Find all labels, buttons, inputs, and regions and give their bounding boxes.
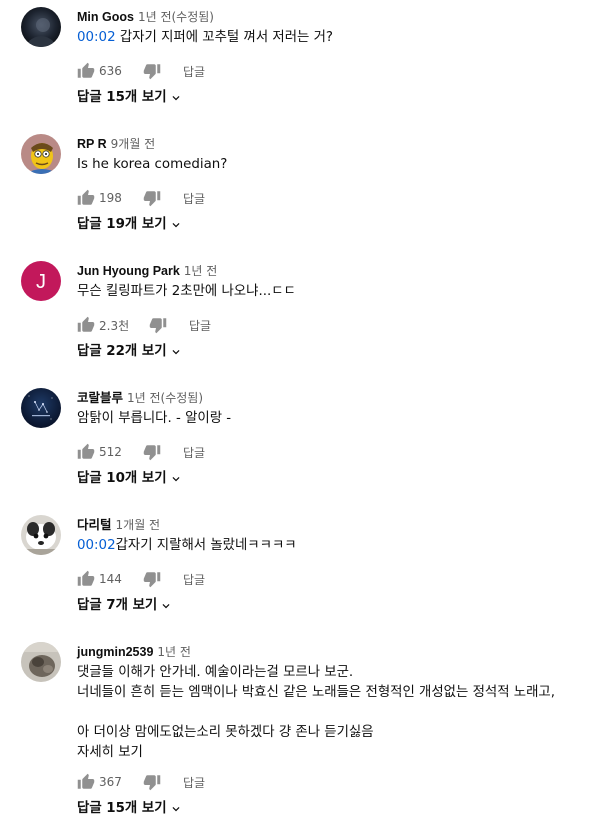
- thumb-up-icon[interactable]: [77, 316, 95, 334]
- comment-text: 00:02갑자기 지랄해서 놀랐네ㅋㅋㅋㅋ: [77, 538, 297, 553]
- avatar[interactable]: [21, 642, 61, 682]
- comment-time[interactable]: 9개월 전: [111, 137, 156, 151]
- thumb-down-icon[interactable]: [143, 443, 161, 461]
- reply-button[interactable]: 답글: [183, 444, 205, 461]
- author-name[interactable]: Jun Hyoung Park: [77, 264, 180, 278]
- chevron-down-icon: [162, 604, 170, 609]
- timestamp-link[interactable]: 00:02: [77, 538, 116, 553]
- comment-text-line: 댓글들 이해가 안가네. 예술이라는걸 모르나 보군.: [77, 665, 354, 680]
- reply-button[interactable]: 답글: [183, 774, 205, 791]
- view-replies-button[interactable]: 답글 19개 보기: [77, 214, 183, 236]
- comment-text-line: [77, 703, 605, 723]
- comment-text: 00:02 갑자기 지퍼에 꼬추털 껴서 저러는 거?: [77, 30, 334, 45]
- avatar[interactable]: [21, 7, 61, 47]
- chevron-down-icon: [172, 350, 180, 355]
- avatar[interactable]: J: [21, 261, 61, 301]
- thumb-down-icon[interactable]: [143, 570, 161, 588]
- like-count: 2.3천: [99, 318, 130, 333]
- like-count: 512: [99, 445, 122, 459]
- view-replies-button[interactable]: 답글 15개 보기: [77, 87, 183, 109]
- author-name[interactable]: 다리털: [77, 518, 112, 532]
- comment-text: 암탉이 부릅니다. - 알이랑 -: [77, 411, 232, 426]
- thumb-up-icon[interactable]: [77, 189, 95, 207]
- like-count: 367: [99, 775, 122, 789]
- comment-time[interactable]: 1년 전: [184, 264, 218, 278]
- author-name[interactable]: jungmin2539: [77, 645, 153, 659]
- thumb-down-icon[interactable]: [143, 773, 161, 791]
- view-replies-button[interactable]: 답글 10개 보기: [77, 468, 183, 490]
- like-count: 636: [99, 64, 122, 78]
- author-name[interactable]: 코랄블루: [77, 391, 123, 405]
- thumb-down-icon[interactable]: [143, 62, 161, 80]
- comment-time[interactable]: 1개월 전: [116, 518, 161, 532]
- comment-text: 무슨 킬링파트가 2초만에 나오냐...ㄷㄷ: [77, 284, 296, 299]
- comment-actions: 636 답글: [77, 61, 205, 81]
- view-replies-button[interactable]: 답글 7개 보기: [77, 595, 173, 617]
- like-count: 198: [99, 191, 122, 205]
- comment-actions: 367 답글: [77, 772, 205, 792]
- avatar-letter: J: [36, 271, 46, 293]
- avatar[interactable]: [21, 388, 61, 428]
- chevron-down-icon: [172, 223, 180, 228]
- comment-actions: 198 답글: [77, 188, 205, 208]
- comment-text-line: 너네들이 흔히 듣는 엠맥이나 박효신 같은 노래들은 전형적인 개성없는 정석…: [77, 685, 555, 700]
- avatar[interactable]: [21, 515, 61, 555]
- comment-text: Is he korea comedian?: [77, 157, 228, 172]
- comment-actions: 2.3천 답글: [77, 315, 211, 335]
- thumb-up-icon[interactable]: [77, 62, 95, 80]
- comment-actions: 144 답글: [77, 569, 205, 589]
- avatar[interactable]: [21, 134, 61, 174]
- thumb-down-icon[interactable]: [149, 316, 167, 334]
- comment-time[interactable]: 1년 전(수정됨): [138, 10, 214, 24]
- comment-text-line: 아 더이상 맘에도없는소리 못하겠다 걍 존나 듣기싫음: [77, 725, 374, 740]
- thumb-up-icon[interactable]: [77, 773, 95, 791]
- thumb-down-icon[interactable]: [143, 189, 161, 207]
- view-replies-button[interactable]: 답글 15개 보기: [77, 798, 183, 820]
- chevron-down-icon: [172, 807, 180, 812]
- reply-button[interactable]: 답글: [183, 571, 205, 588]
- reply-button[interactable]: 답글: [183, 63, 205, 80]
- chevron-down-icon: [172, 96, 180, 101]
- reply-button[interactable]: 답글: [189, 317, 211, 334]
- author-name[interactable]: Min Goos: [77, 10, 134, 24]
- chevron-down-icon: [172, 477, 180, 482]
- timestamp-link[interactable]: 00:02: [77, 30, 116, 45]
- thumb-up-icon[interactable]: [77, 570, 95, 588]
- comment-time[interactable]: 1년 전: [157, 645, 191, 659]
- view-replies-button[interactable]: 답글 22개 보기: [77, 341, 183, 363]
- comment-actions: 512 답글: [77, 442, 205, 462]
- author-name[interactable]: RP R: [77, 137, 107, 151]
- like-count: 144: [99, 572, 122, 586]
- read-more-link[interactable]: 자세히 보기: [77, 743, 605, 763]
- thumb-up-icon[interactable]: [77, 443, 95, 461]
- comment-time[interactable]: 1년 전(수정됨): [127, 391, 203, 405]
- reply-button[interactable]: 답글: [183, 190, 205, 207]
